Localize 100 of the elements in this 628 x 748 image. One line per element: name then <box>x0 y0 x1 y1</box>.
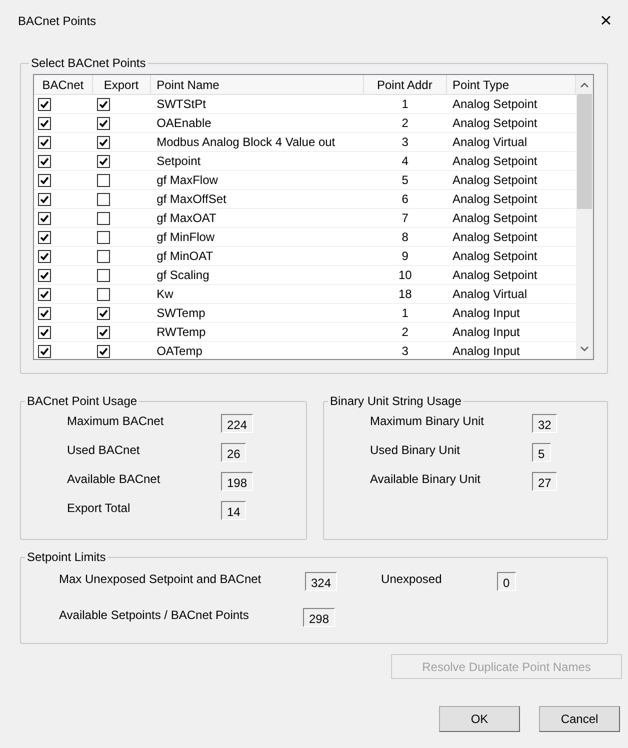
value-field[interactable]: 198 <box>221 472 254 491</box>
checked-checkbox[interactable] <box>38 288 51 300</box>
point-addr-cell-text: 1 <box>400 96 410 113</box>
field-label: Maximum BACnet <box>67 414 165 428</box>
point-type-cell-text: Analog Setpoint <box>451 229 538 246</box>
point-addr-cell-text: 9 <box>400 248 410 265</box>
field-label: Available Binary Unit <box>370 472 482 486</box>
field-label: Max Unexposed Setpoint and BACnet <box>59 572 262 586</box>
point-type-cell-text: Analog Setpoint <box>451 267 538 284</box>
checked-checkbox[interactable] <box>96 154 110 168</box>
checkbox[interactable] <box>96 230 110 244</box>
value-field[interactable]: 26 <box>221 443 246 462</box>
checkbox[interactable] <box>96 212 110 224</box>
point-name-cell-text: gf MinFlow <box>156 229 216 246</box>
point-type-cell-text: Analog Input <box>451 343 521 359</box>
column-header[interactable]: Point Addr <box>364 75 447 95</box>
checked-checkbox[interactable] <box>96 326 110 338</box>
point-name-cell-text: SWTStPt <box>156 96 207 113</box>
dialog-button[interactable]: OK <box>439 706 520 732</box>
point-name-cell-text: Kw <box>156 286 174 303</box>
value-field[interactable]: 5 <box>532 443 551 462</box>
value-field[interactable]: 32 <box>532 414 558 433</box>
point-addr-cell-text: 2 <box>400 324 410 341</box>
checked-checkbox[interactable] <box>38 174 51 186</box>
dialog-button[interactable]: Cancel <box>539 706 620 732</box>
point-addr-cell-text: 10 <box>397 267 413 284</box>
point-type-cell-text: Analog Input <box>451 305 521 322</box>
checked-checkbox[interactable] <box>96 98 110 110</box>
point-type-cell-text: Analog Setpoint <box>451 115 538 132</box>
field-label: Used BACnet <box>67 443 141 457</box>
scrollbar[interactable] <box>576 75 593 359</box>
scroll-down-icon[interactable] <box>580 346 590 352</box>
column-header[interactable]: Point Type <box>446 75 576 95</box>
checked-checkbox[interactable] <box>38 306 51 320</box>
value-field[interactable]: 0 <box>497 572 516 591</box>
checked-checkbox[interactable] <box>38 250 51 262</box>
point-addr-cell-text: 8 <box>400 229 410 246</box>
point-name-cell-text: gf MaxOAT <box>156 210 218 227</box>
point-name-cell-text: Modbus Analog Block 4 Value out <box>156 134 336 151</box>
point-addr-cell-text: 18 <box>397 286 413 303</box>
field-label: Available BACnet <box>67 472 162 486</box>
point-type-cell-text: Analog Input <box>451 324 521 341</box>
value-field[interactable]: 298 <box>303 608 336 627</box>
window-title: BACnet Points <box>18 13 96 30</box>
group-title: Binary Unit String Usage <box>328 393 462 410</box>
checked-checkbox[interactable] <box>38 192 51 206</box>
point-addr-cell-text: 6 <box>400 191 410 208</box>
checkbox[interactable] <box>96 288 110 300</box>
field-label: Used Binary Unit <box>370 443 462 457</box>
point-addr-cell-text: 7 <box>400 210 410 227</box>
point-type-cell-text: Analog Setpoint <box>451 172 538 189</box>
checked-checkbox[interactable] <box>96 306 110 320</box>
point-addr-cell-text: 3 <box>400 134 410 151</box>
checked-checkbox[interactable] <box>96 116 110 130</box>
checked-checkbox[interactable] <box>38 268 51 282</box>
checked-checkbox[interactable] <box>38 154 51 168</box>
point-type-cell-text: Analog Setpoint <box>451 191 538 208</box>
field-label: Export Total <box>67 501 132 515</box>
checkbox[interactable] <box>96 174 110 186</box>
point-name-cell-text: OATemp <box>156 343 204 359</box>
checked-checkbox[interactable] <box>38 136 51 148</box>
group-title: Select BACnet Points <box>30 55 147 72</box>
column-header[interactable]: BACnet <box>34 75 93 95</box>
checkbox[interactable] <box>96 268 110 282</box>
point-addr-cell-text: 2 <box>400 115 410 132</box>
point-type-cell-text: Analog Setpoint <box>451 153 538 170</box>
checked-checkbox[interactable] <box>38 98 51 110</box>
scroll-up-icon[interactable] <box>580 82 590 88</box>
scrollbar-thumb[interactable] <box>577 94 592 209</box>
field-label: Maximum Binary Unit <box>370 414 486 428</box>
point-addr-cell-text: 3 <box>400 343 410 359</box>
checked-checkbox[interactable] <box>38 344 51 358</box>
value-field[interactable]: 27 <box>532 472 558 491</box>
field-label: Available Setpoints / BACnet Points <box>59 608 250 622</box>
value-field[interactable]: 224 <box>221 414 254 433</box>
group-title: Setpoint Limits <box>26 549 107 566</box>
point-name-cell-text: OAEnable <box>156 115 212 132</box>
point-type-cell-text: Analog Virtual <box>451 134 528 151</box>
value-field[interactable]: 324 <box>305 572 338 591</box>
checked-checkbox[interactable] <box>38 230 51 244</box>
field-label: Unexposed <box>381 572 443 586</box>
checked-checkbox[interactable] <box>38 116 51 130</box>
point-addr-cell-text: 4 <box>400 153 410 170</box>
column-header[interactable]: Point Name <box>150 75 364 95</box>
checkbox[interactable] <box>96 192 110 206</box>
checkbox[interactable] <box>96 250 110 262</box>
point-name-cell-text: SWTemp <box>156 305 206 322</box>
checked-checkbox[interactable] <box>96 136 110 148</box>
checked-checkbox[interactable] <box>38 326 51 338</box>
point-name-cell-text: RWTemp <box>156 324 207 341</box>
checked-checkbox[interactable] <box>96 344 110 358</box>
checked-checkbox[interactable] <box>38 212 51 224</box>
point-type-cell-text: Analog Virtual <box>451 286 528 303</box>
point-addr-cell-text: 1 <box>400 305 410 322</box>
point-name-cell-text: Setpoint <box>156 153 202 170</box>
group-title: BACnet Point Usage <box>26 393 138 410</box>
point-name-cell-text: gf MaxFlow <box>156 172 219 189</box>
value-field[interactable]: 14 <box>221 501 246 520</box>
column-header[interactable]: Export <box>92 75 151 95</box>
close-button[interactable]: × <box>594 9 618 33</box>
